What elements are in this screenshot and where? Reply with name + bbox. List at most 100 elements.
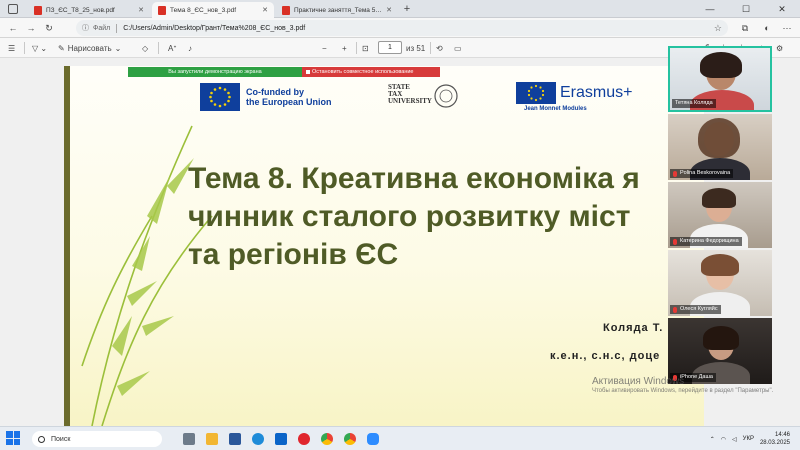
stop-sharing-label: Остановить совместное использование (312, 69, 414, 75)
rotate-icon[interactable]: ⟲ (436, 42, 443, 54)
share-status-text: Вы запустили демонстрацию экрана (168, 69, 262, 75)
highlight-icon[interactable]: ▽ ⌄ (32, 42, 47, 54)
read-aloud-icon[interactable]: ♪ (188, 42, 192, 54)
system-tray: ⌃ ◠ ◁ УКР 14:46 28.03.2025 (710, 429, 790, 449)
mail-icon[interactable] (272, 431, 290, 447)
settings-icon[interactable]: ⚙ (776, 42, 783, 54)
erasmus-logo-subtitle: Jean Monnet Modules (524, 106, 587, 112)
slide-title-line: та регіонів ЄС (188, 238, 399, 271)
tax-university-text: STATE TAX UNIVERSITY (388, 84, 432, 105)
mic-off-icon (673, 238, 677, 245)
extensions-icon[interactable]: ⧉ (738, 21, 752, 35)
participant-name-text: Polina Beskorovaina (680, 170, 731, 176)
eu-flag-icon (516, 82, 556, 104)
participant-tile[interactable]: Олеся Кугляйс (668, 250, 772, 316)
zoom-icon[interactable] (364, 431, 382, 447)
zoom-out-button[interactable]: − (322, 42, 327, 54)
close-icon[interactable]: ✕ (386, 6, 392, 14)
close-window-button[interactable]: ✕ (764, 0, 800, 18)
fit-page-icon[interactable]: ⊡ (362, 42, 369, 54)
new-tab-button[interactable]: + (400, 2, 414, 16)
word-icon[interactable] (226, 431, 244, 447)
menu-icon[interactable]: ⋯ (780, 21, 794, 35)
participant-name-text: Олеся Кугляйс (680, 306, 718, 312)
participant-tile[interactable]: Polina Beskorovaina (668, 114, 772, 180)
info-icon[interactable]: ⓘ (82, 23, 89, 33)
chevron-up-icon[interactable]: ⌃ (710, 436, 715, 443)
forward-arrow-icon[interactable]: → (24, 21, 38, 35)
network-icon[interactable]: ◠ (721, 436, 726, 443)
tab-tema8[interactable]: Тема 8_ЄС_нов_3.pdf ✕ (152, 2, 274, 18)
tab-pz-es[interactable]: ПЗ_ЄС_Т8_25_нов.pdf ✕ (28, 2, 150, 18)
pdf-icon (158, 5, 166, 15)
language-indicator[interactable]: УКР (743, 436, 754, 442)
page-number-input[interactable]: 1 (378, 41, 402, 54)
participant-hair (702, 188, 736, 208)
text-size-icon[interactable]: Aᐩ (168, 42, 176, 54)
url-scheme-label: Файл (93, 24, 111, 32)
address-bar-row: ← → ↻ ⓘ Файл C:/Users/Admin/Desktop/Гран… (0, 18, 800, 38)
eu-flag-icon (200, 83, 240, 111)
taskbar-search-input[interactable]: Поиск (32, 431, 162, 447)
chrome-icon[interactable] (318, 431, 336, 447)
stop-sharing-button[interactable]: Остановить совместное использование (302, 67, 440, 77)
participant-name-text: Катерина Федорищина (680, 238, 739, 244)
participant-name: Тетяна Коляда (672, 99, 716, 108)
reload-icon[interactable]: ↻ (42, 21, 56, 35)
opera-icon[interactable] (295, 431, 313, 447)
maximize-button[interactable]: ☐ (728, 0, 764, 18)
tab-practical[interactable]: Практичне заняття_Тема 5_Фінан ✕ (276, 2, 398, 18)
participant-tile[interactable]: Тетяна Коляда (668, 46, 772, 112)
participant-name: Олеся Кугляйс (670, 305, 721, 314)
participant-tile[interactable]: Катерина Федорищина (668, 182, 772, 248)
divider (430, 42, 431, 54)
participant-tile[interactable]: iPhone Даша (668, 318, 772, 384)
address-input[interactable]: ⓘ Файл C:/Users/Admin/Desktop/Грант/Тема… (76, 20, 728, 36)
page-view-icon[interactable]: ▭ (454, 42, 462, 54)
mic-off-icon (673, 170, 677, 177)
back-arrow-icon[interactable]: ← (6, 21, 20, 35)
eu-cofunded-logo: Co-funded by the European Union (200, 83, 332, 111)
windows-start-icon[interactable] (6, 431, 20, 445)
zoom-in-button[interactable]: + (342, 42, 347, 54)
draw-label: Нарисовать (67, 43, 112, 53)
eraser-icon[interactable]: ◇ (142, 42, 148, 54)
tab-list: ПЗ_ЄС_Т8_25_нов.pdf ✕ Тема 8_ЄС_нов_3.pd… (28, 2, 414, 18)
volume-icon[interactable]: ◁ (732, 436, 737, 443)
chrome-profile-icon[interactable] (341, 431, 359, 447)
taskbar-apps (180, 431, 387, 447)
close-icon[interactable]: ✕ (138, 6, 144, 14)
file-explorer-icon[interactable] (203, 431, 221, 447)
erasmus-logo: Erasmus+ Jean Monnet Modules (516, 82, 632, 112)
mic-off-icon (673, 306, 677, 313)
participant-hair (700, 52, 742, 78)
pdf-icon (282, 5, 290, 15)
edge-icon[interactable] (249, 431, 267, 447)
clock[interactable]: 14:46 28.03.2025 (760, 431, 790, 447)
close-icon[interactable]: ✕ (262, 6, 268, 14)
contents-icon[interactable]: ☰ (8, 42, 15, 54)
minimize-button[interactable]: — (692, 0, 728, 18)
eu-logo-line: the European Union (246, 97, 332, 107)
tab-label: Тема 8_ЄС_нов_3.pdf (170, 6, 237, 14)
divider (116, 23, 118, 33)
task-view-icon[interactable] (180, 431, 198, 447)
tab-actions-icon[interactable] (8, 4, 18, 14)
search-placeholder: Поиск (51, 435, 71, 443)
watermark-title: Активация Windows (592, 376, 685, 387)
slide-title-line: Тема 8. Креативна економіка я (188, 162, 640, 195)
profile-icon[interactable]: ◐ (760, 21, 774, 35)
draw-button[interactable]: ✎ Нарисовать ⌄ (58, 42, 121, 54)
windows-taskbar: Поиск ⌃ ◠ ◁ УКР 14:46 28.03.2025 (0, 426, 800, 450)
url-text: C:/Users/Admin/Desktop/Грант/Тема%208_ЄС… (123, 24, 306, 32)
search-icon (38, 435, 45, 443)
tab-label: ПЗ_ЄС_Т8_25_нов.pdf (46, 6, 115, 14)
participant-hair (698, 118, 740, 158)
clock-time: 14:46 (774, 432, 790, 438)
star-icon[interactable]: ☆ (714, 23, 722, 34)
divider (24, 42, 25, 54)
slide-author-degree: к.е.н., с.н.с, доце (550, 350, 661, 362)
eu-logo-text: Co-funded by the European Union (246, 87, 332, 107)
eu-logo-line: Co-funded by (246, 87, 304, 97)
window-controls: — ☐ ✕ (692, 0, 800, 18)
